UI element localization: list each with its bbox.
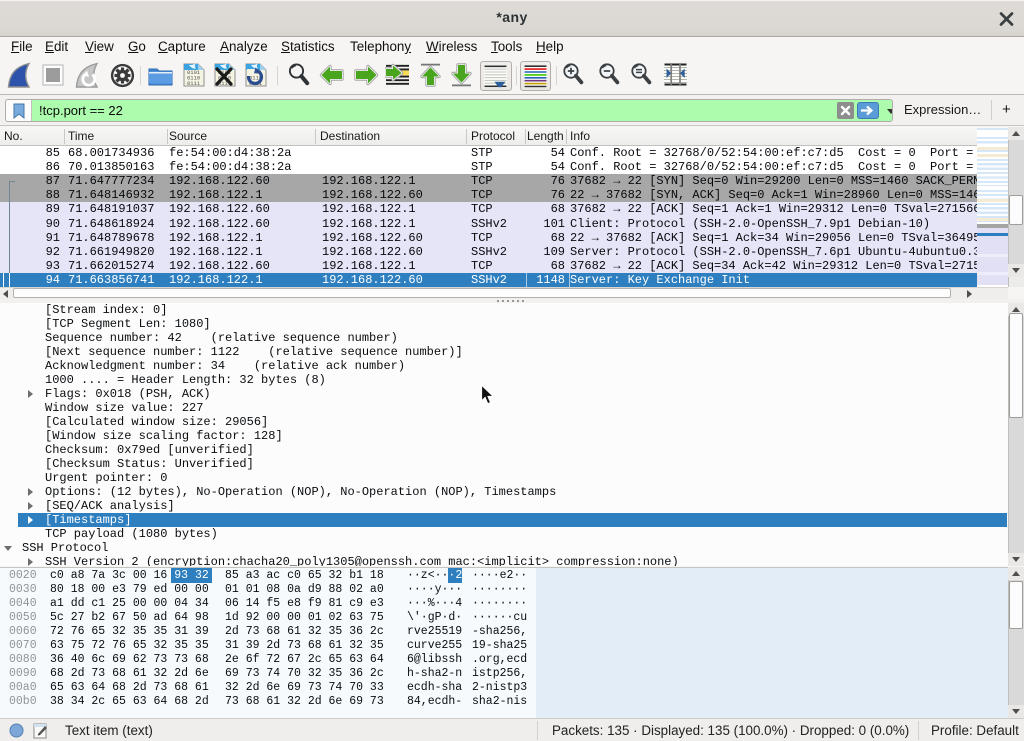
svg-text:0111: 0111: [187, 80, 201, 87]
